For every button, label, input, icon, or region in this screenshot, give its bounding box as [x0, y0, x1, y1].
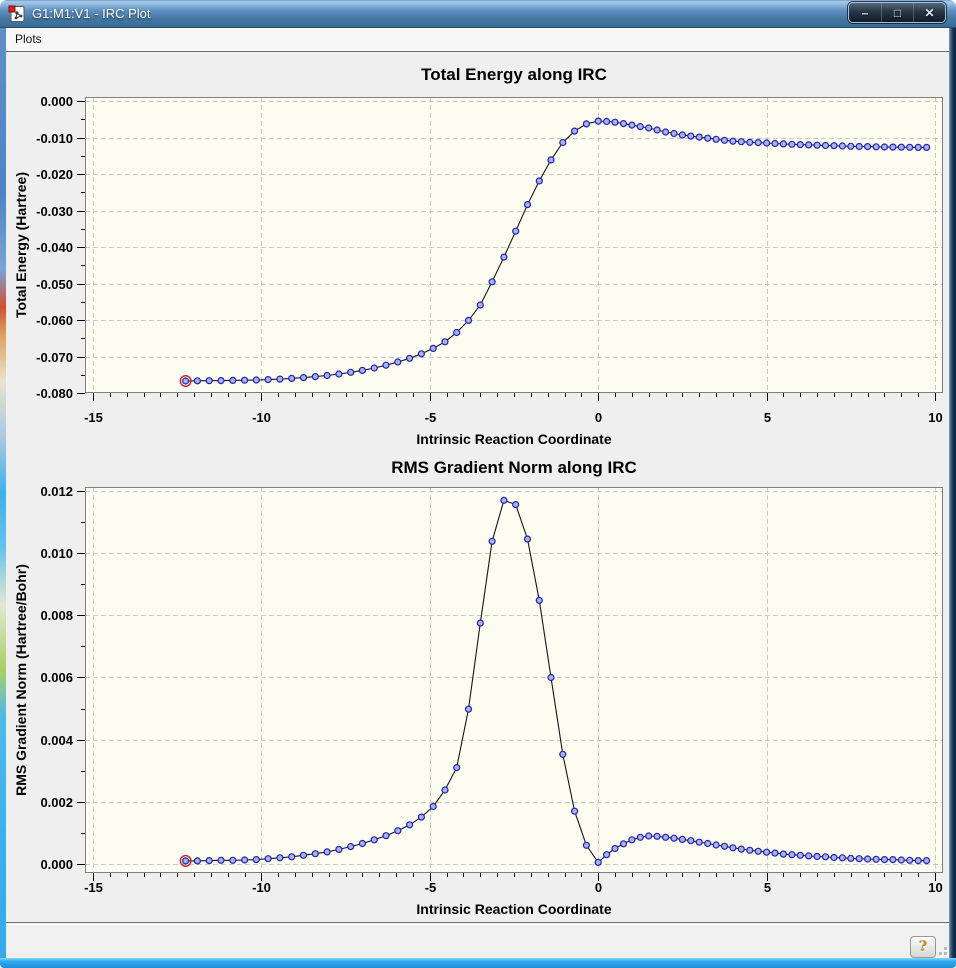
svg-text:-0.040: -0.040: [36, 240, 73, 255]
svg-text:-5: -5: [425, 410, 437, 425]
svg-text:5: 5: [764, 880, 771, 895]
total-energy-chart[interactable]: -15 -10 -5 0 5 10 0.000 -0.010 -0.020 -0.030 -0.04…: [6, 52, 949, 450]
svg-text:RMS Gradient Norm along IRC: RMS Gradient Norm along IRC: [391, 458, 637, 477]
svg-text:0.000: 0.000: [40, 94, 73, 109]
charts-panel: -15 -10 -5 0 5 10 0.000 -0.010 -0.020 -0.030 -0.04…: [6, 52, 949, 923]
svg-text:Intrinsic Reaction Coordinate: Intrinsic Reaction Coordinate: [416, 431, 611, 447]
svg-text:10: 10: [928, 410, 942, 425]
help-button[interactable]: ?: [910, 936, 936, 958]
rms-gradient-chart[interactable]: -15 -10 -5 0 5 10 0.000 0.002 0.004 0.006 0.008 0.0…: [6, 450, 949, 923]
svg-text:-15: -15: [84, 410, 103, 425]
svg-text:0.000: 0.000: [40, 857, 73, 872]
window-border-bottom: [0, 958, 956, 968]
svg-text:0.012: 0.012: [40, 484, 73, 499]
svg-text:RMS Gradient Norm (Hartree/Boh: RMS Gradient Norm (Hartree/Bohr): [13, 564, 29, 796]
svg-text:10: 10: [928, 880, 942, 895]
close-button[interactable]: ✕: [913, 3, 945, 22]
svg-text:-0.030: -0.030: [36, 204, 73, 219]
resize-grip[interactable]: [935, 943, 947, 955]
svg-text:0: 0: [595, 880, 602, 895]
svg-text:-0.060: -0.060: [36, 313, 73, 328]
irc-plot-window: G1:M1:V1 - IRC Plot – □ ✕ Plots -15 -10 -5…: [0, 0, 956, 968]
svg-text:-0.050: -0.050: [36, 277, 73, 292]
svg-text:-5: -5: [425, 880, 437, 895]
svg-text:-0.080: -0.080: [36, 386, 73, 401]
svg-text:Total Energy along IRC: Total Energy along IRC: [421, 65, 607, 84]
svg-text:0.008: 0.008: [40, 608, 73, 623]
svg-text:0.006: 0.006: [40, 670, 73, 685]
svg-text:0: 0: [595, 410, 602, 425]
svg-text:0.002: 0.002: [40, 795, 73, 810]
maximize-icon: □: [893, 5, 902, 20]
window-title: G1:M1:V1 - IRC Plot: [32, 6, 151, 21]
svg-text:Intrinsic Reaction Coordinate: Intrinsic Reaction Coordinate: [416, 901, 611, 917]
window-border-right: [949, 28, 956, 958]
menu-bar: Plots: [6, 28, 949, 52]
svg-text:Total Energy (Hartree): Total Energy (Hartree): [13, 172, 29, 318]
svg-text:-0.020: -0.020: [36, 167, 73, 182]
maximize-button[interactable]: □: [881, 3, 913, 22]
gaussview-app-icon: [8, 5, 25, 22]
svg-text:0.004: 0.004: [40, 733, 73, 748]
minimize-button[interactable]: –: [849, 3, 881, 22]
status-bar: ?: [6, 924, 949, 958]
svg-text:-0.010: -0.010: [36, 131, 73, 146]
help-icon: ?: [918, 939, 928, 955]
svg-text:-0.070: -0.070: [36, 350, 73, 365]
title-bar: G1:M1:V1 - IRC Plot – □ ✕: [0, 0, 956, 28]
minimize-icon: –: [861, 5, 869, 20]
menu-item-plots[interactable]: Plots: [6, 28, 51, 51]
svg-text:5: 5: [764, 410, 771, 425]
svg-text:-15: -15: [84, 880, 103, 895]
window-controls: – □ ✕: [848, 2, 946, 23]
svg-text:-10: -10: [252, 880, 271, 895]
svg-text:-10: -10: [252, 410, 271, 425]
close-icon: ✕: [924, 5, 935, 20]
window-border-left: [0, 28, 6, 958]
svg-text:0.010: 0.010: [40, 546, 73, 561]
